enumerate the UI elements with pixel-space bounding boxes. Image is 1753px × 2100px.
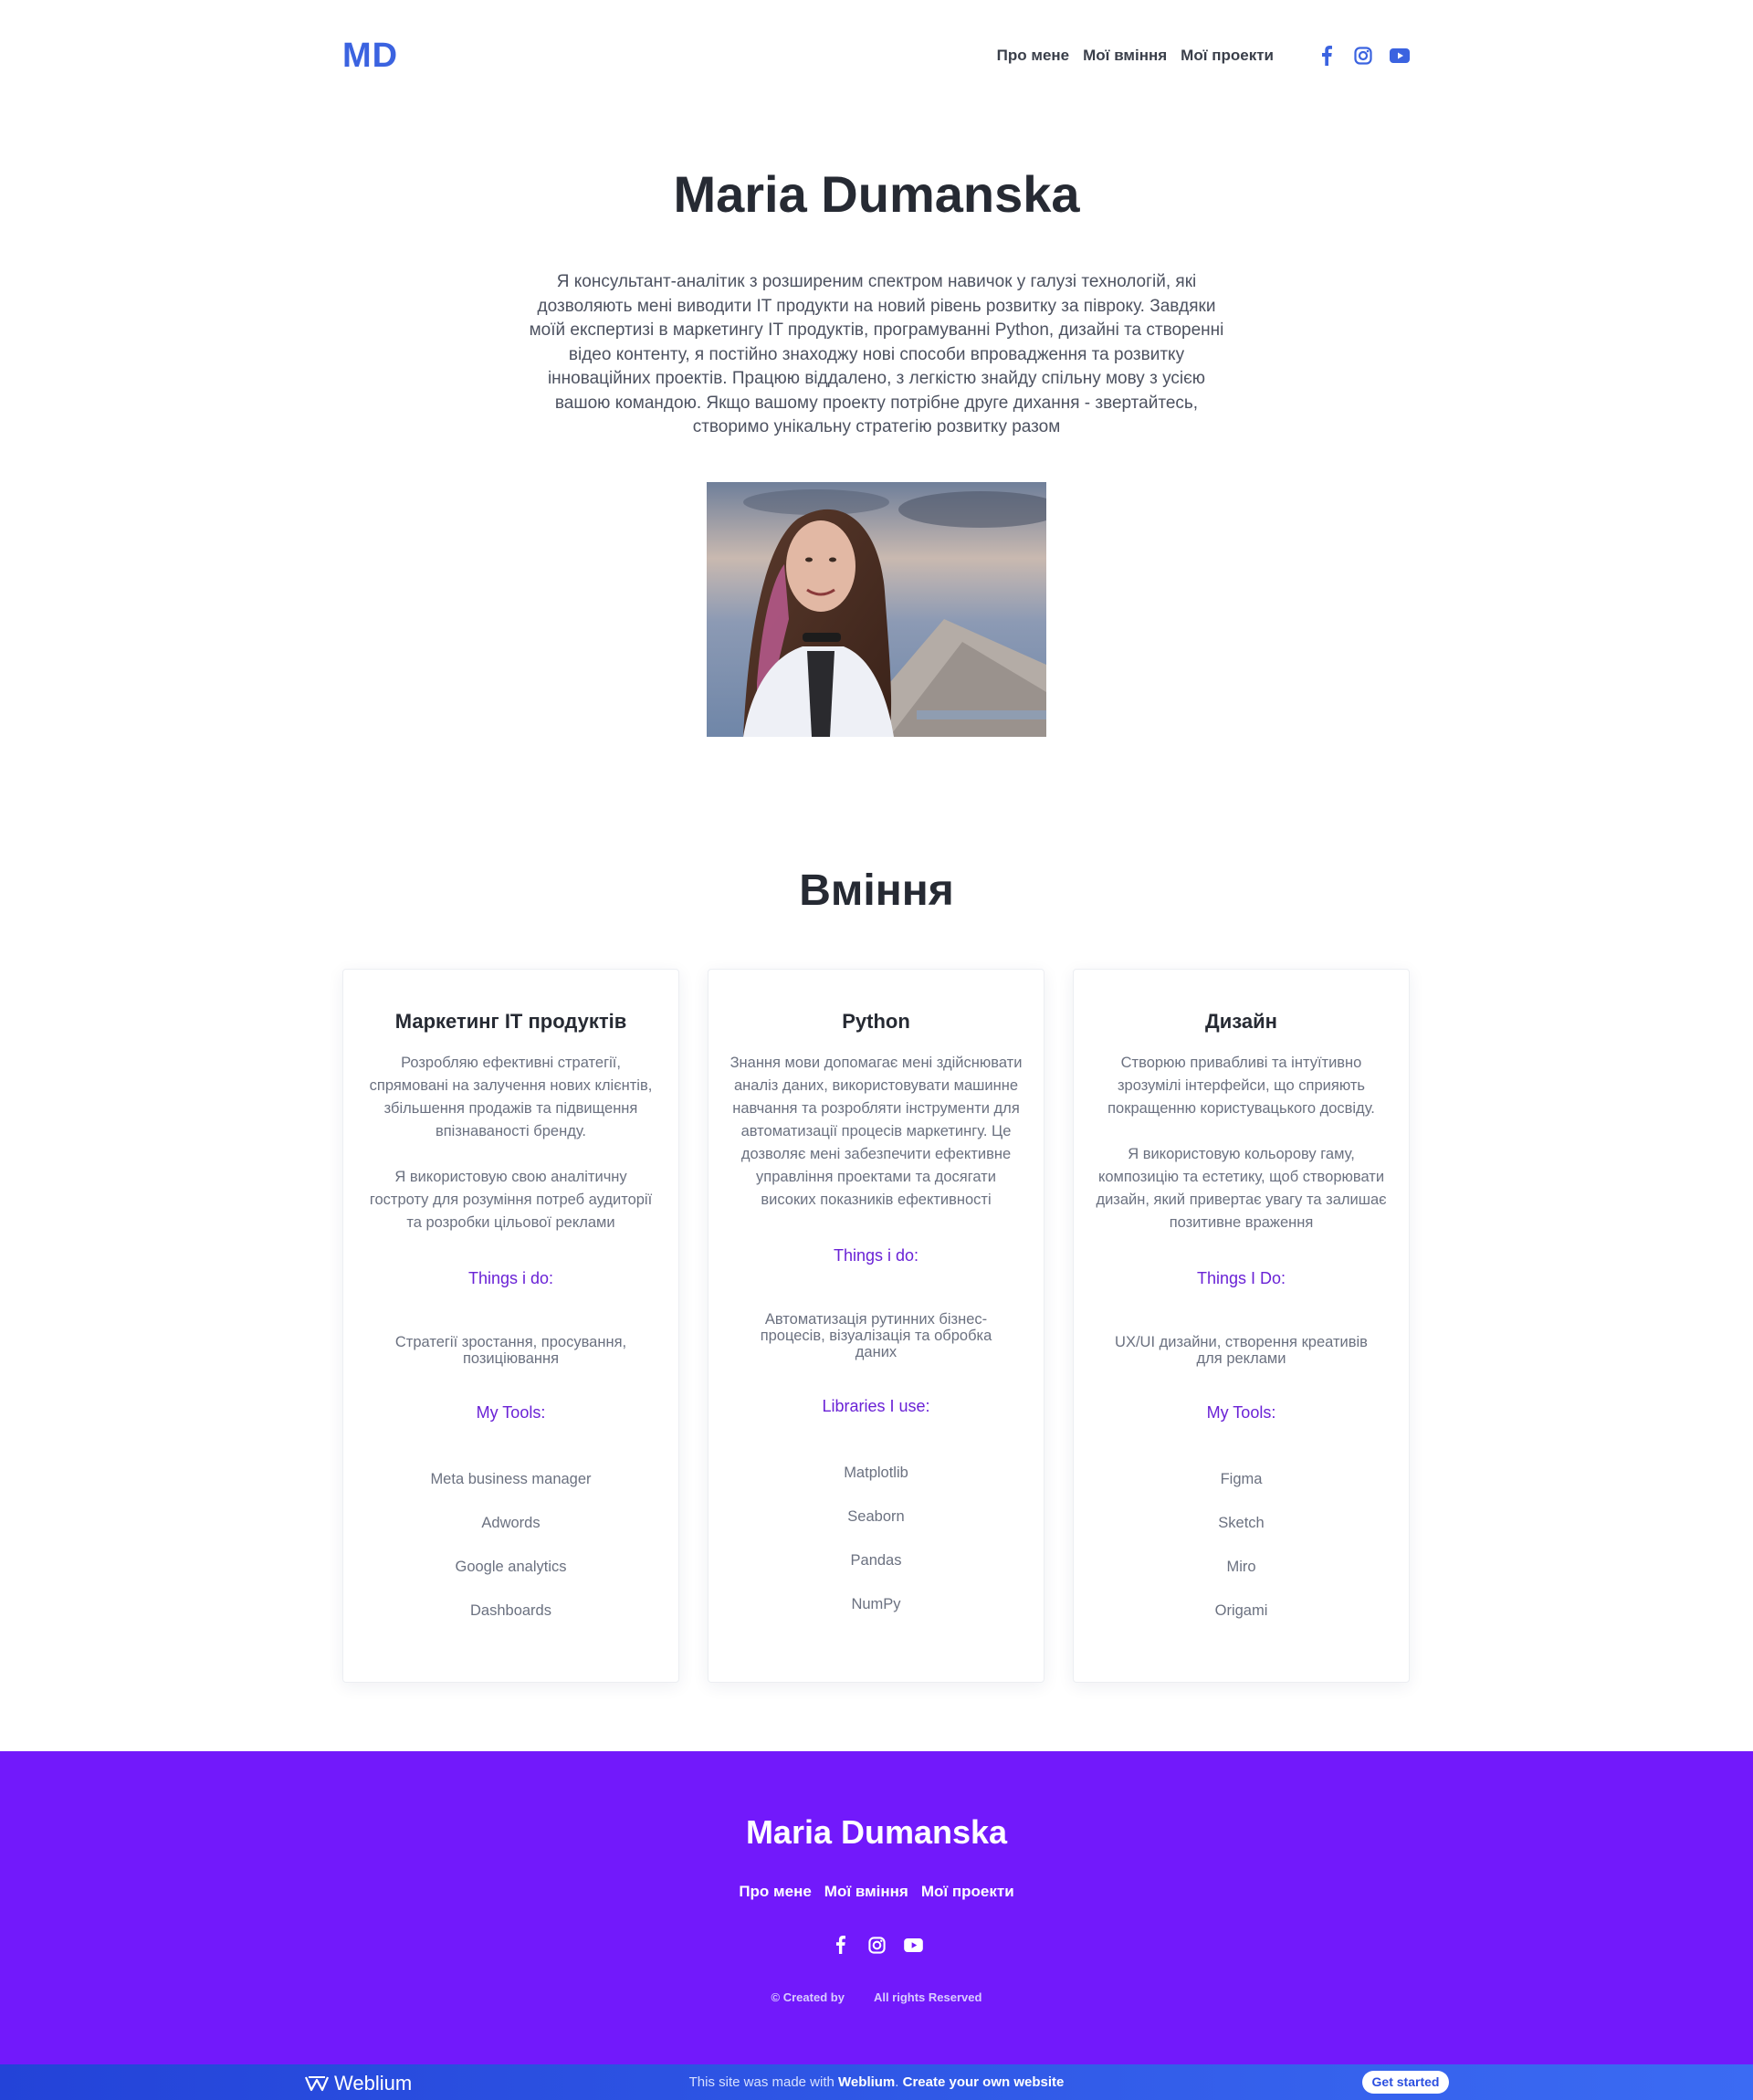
instagram-icon[interactable]	[1352, 45, 1374, 67]
weblium-msg-prefix: This site was made with	[688, 2074, 835, 2090]
libraries-label: Libraries I use:	[822, 1397, 930, 1415]
list-item: Matplotlib	[844, 1465, 908, 1481]
footer-copyright: © Created by All rights Reserved	[0, 1990, 1753, 2004]
profile-photo	[707, 482, 1046, 737]
list-item: Dashboards	[470, 1602, 551, 1619]
list-item: Pandas	[850, 1552, 902, 1569]
list-item: Origami	[1214, 1602, 1268, 1619]
hero-title: Maria Dumanska	[673, 165, 1080, 223]
list-item: Miro	[1226, 1559, 1256, 1575]
skill-card-python: Python Знання мови допомагає мені здійсн…	[708, 969, 1044, 1683]
site-logo[interactable]: MD	[342, 37, 398, 76]
youtube-icon[interactable]	[1389, 45, 1411, 67]
site-footer: Maria Dumanska Про мене Мої вміння Мої п…	[0, 1751, 1753, 2064]
footer-nav-projects[interactable]: Мої проекти	[921, 1883, 1014, 1901]
things-label: Things i do:	[467, 1269, 554, 1287]
get-started-button[interactable]: Get started	[1362, 2071, 1449, 2094]
facebook-icon[interactable]	[829, 1934, 851, 1956]
site-header: MD Про мене Мої вміння Мої проекти	[342, 35, 1411, 77]
skill-card-marketing: Маркетинг IT продуктів Розробляю ефектив…	[342, 969, 679, 1683]
things-label: Things I Do:	[1196, 1269, 1286, 1287]
list-item: Sketch	[1218, 1515, 1265, 1531]
weblium-banner: Weblium This site was made with Weblium.…	[0, 2064, 1753, 2100]
youtube-icon[interactable]	[902, 1934, 924, 1956]
footer-nav-about[interactable]: Про мене	[739, 1883, 811, 1901]
copyright-text: © Created by	[771, 1990, 845, 2004]
skill-card-title: Маркетинг IT продуктів	[394, 1010, 627, 1033]
list-item: Adwords	[481, 1515, 541, 1531]
header-social	[1301, 45, 1411, 67]
create-website-link[interactable]: Create your own website	[903, 2074, 1065, 2090]
skill-card-description: Створюю привабливі та інтуїтивно зрозумі…	[1096, 1055, 1387, 1231]
list-item: NumPy	[851, 1596, 901, 1612]
things-text: UX/UI дизайни, створення креативів для р…	[1115, 1334, 1368, 1367]
weblium-message: This site was made with Weblium. Create …	[688, 2074, 1065, 2090]
things-text: Стратегії зростання, просування, позицію…	[394, 1334, 627, 1367]
nav-about[interactable]: Про мене	[997, 47, 1069, 65]
footer-nav-skills[interactable]: Мої вміння	[824, 1883, 908, 1901]
list-item: Figma	[1220, 1471, 1263, 1487]
footer-title: Maria Dumanska	[745, 1813, 1008, 1851]
main-nav: Про мене Мої вміння Мої проекти	[983, 45, 1411, 67]
skill-card-design: Дизайн Створюю привабливі та інтуїтивно …	[1073, 969, 1410, 1683]
things-text: Автоматизація рутинних бізнес-процесів, …	[760, 1311, 992, 1360]
list-item: Google analytics	[455, 1559, 567, 1575]
facebook-icon[interactable]	[1316, 45, 1338, 67]
instagram-icon[interactable]	[866, 1934, 887, 1956]
skill-card-title: Дизайн	[1205, 1010, 1277, 1033]
footer-social	[0, 1934, 1753, 1956]
weblium-msg-brand: Weblium	[838, 2074, 896, 2090]
skill-card-title: Python	[842, 1010, 910, 1033]
skill-card-description: Знання мови допомагає мені здійснювати а…	[730, 1055, 1023, 1208]
tools-label: My Tools:	[476, 1403, 546, 1422]
rights-text: All rights Reserved	[873, 1990, 982, 2004]
nav-projects[interactable]: Мої проекти	[1181, 47, 1274, 65]
tools-list: Figma Sketch Miro Origami	[1074, 1457, 1409, 1633]
skills-title: Вміння	[799, 866, 954, 915]
nav-skills[interactable]: Мої вміння	[1083, 47, 1167, 65]
things-label: Things i do:	[833, 1246, 919, 1265]
tools-list: Meta business manager Adwords Google ana…	[343, 1457, 678, 1633]
list-item: Meta business manager	[430, 1471, 592, 1487]
hero-description: Я консультант-аналітик з розширеним спек…	[529, 272, 1224, 436]
libraries-list: Matplotlib Seaborn Pandas NumPy	[709, 1451, 1044, 1626]
list-item: Seaborn	[847, 1508, 905, 1525]
tools-label: My Tools:	[1206, 1403, 1276, 1422]
skill-card-description: Розробляю ефективні стратегії, спрямован…	[369, 1055, 653, 1231]
footer-nav: Про мене Мої вміння Мої проекти	[0, 1883, 1753, 1901]
